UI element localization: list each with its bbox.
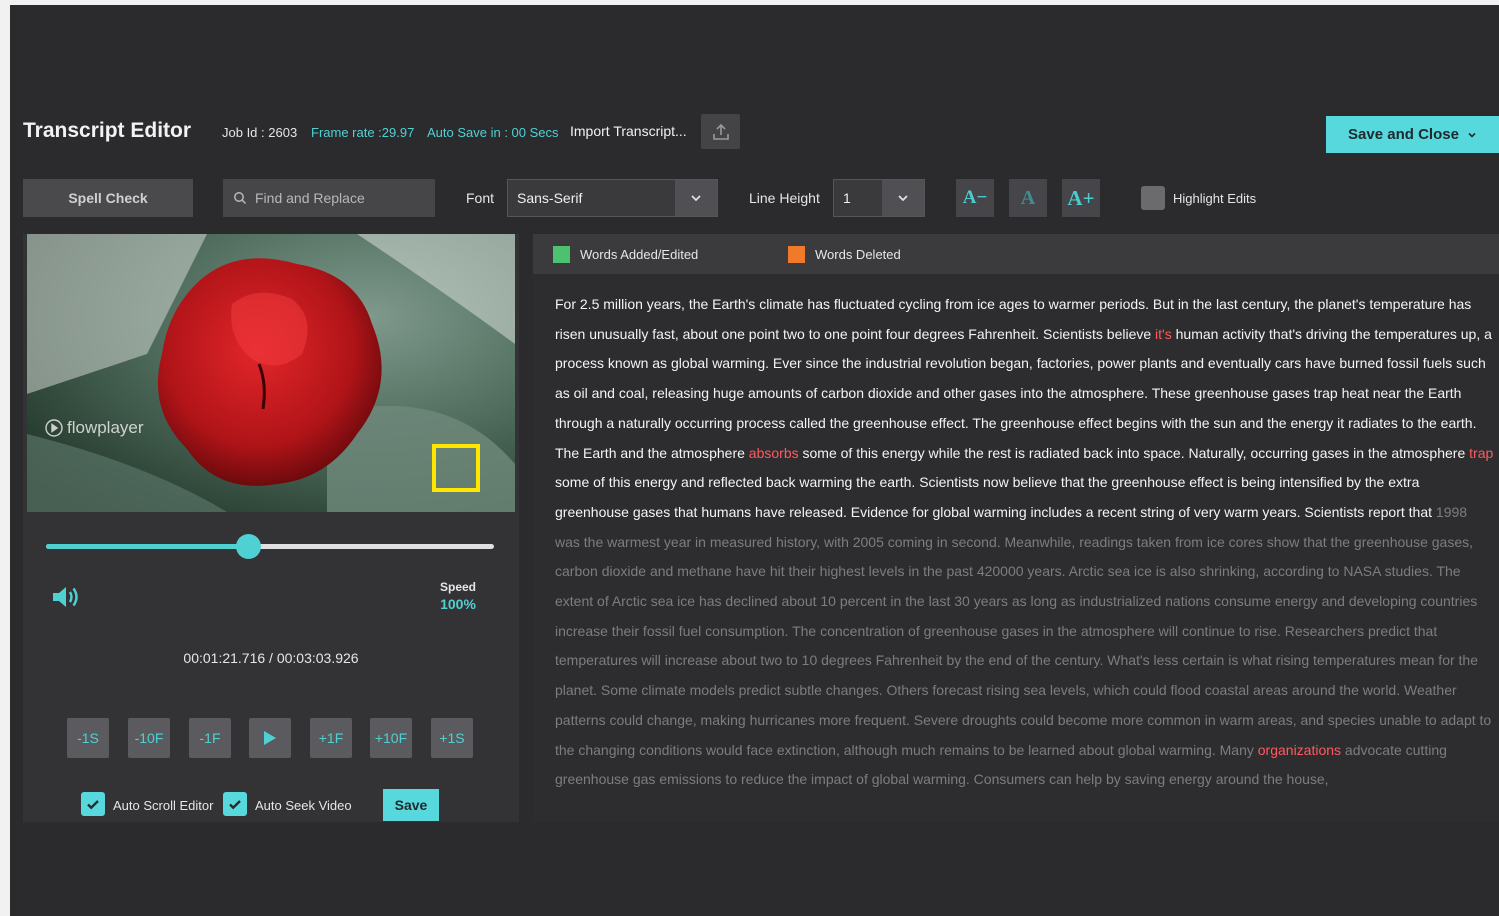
legend-deleted: Words Deleted <box>788 246 901 263</box>
save-and-close-button[interactable]: Save and Close <box>1326 116 1499 153</box>
reset-font-button[interactable]: A <box>1009 179 1047 217</box>
flowplayer-watermark: flowplayer <box>45 418 144 438</box>
transcript-text[interactable]: For 2.5 million years, the Earth's clima… <box>555 290 1495 795</box>
legend-added-label: Words Added/Edited <box>580 247 699 262</box>
find-and-replace-input[interactable] <box>255 190 425 206</box>
video-panel: flowplayer Speed 100% 00:01:21.716 / 00:… <box>23 234 519 822</box>
edited-word: trap <box>1469 444 1494 461</box>
find-and-replace[interactable] <box>223 179 435 217</box>
left-border <box>0 0 10 916</box>
auto-scroll-label: Auto Scroll Editor <box>113 798 214 813</box>
import-transcript-button[interactable]: Import Transcript... <box>570 123 687 139</box>
forward-1-frame-button[interactable]: +1F <box>310 718 352 758</box>
deleted-swatch <box>788 246 805 263</box>
back-1-second-button[interactable]: -1S <box>67 718 109 758</box>
speed-value: 100% <box>440 596 476 612</box>
check-icon <box>229 800 241 810</box>
chevron-down-icon <box>1468 132 1476 138</box>
back-1-frame-button[interactable]: -1F <box>189 718 231 758</box>
transcript-segment: some of this energy and reflected back w… <box>555 474 1436 520</box>
back-10-frames-button[interactable]: -10F <box>128 718 170 758</box>
line-height-label: Line Height <box>749 190 820 206</box>
play-button[interactable] <box>249 718 291 758</box>
save-and-close-label: Save and Close <box>1348 126 1459 143</box>
edited-word: organizations <box>1257 741 1342 758</box>
edit-legend: Words Added/Edited Words Deleted <box>533 234 1499 274</box>
chevron-down-icon <box>898 195 908 202</box>
transcript-editor-app: Transcript Editor Job Id : 2603 Frame ra… <box>10 104 1499 822</box>
forward-1-second-button[interactable]: +1S <box>431 718 473 758</box>
auto-scroll-checkbox[interactable] <box>81 792 105 816</box>
upcoming-text: 1998 was the warmest year in measured hi… <box>555 503 1492 758</box>
playback-speed[interactable]: Speed 100% <box>433 580 483 612</box>
seek-slider[interactable] <box>46 534 494 559</box>
search-icon <box>234 192 247 205</box>
highlight-edits-label: Highlight Edits <box>1173 191 1257 206</box>
auto-seek-label: Auto Seek Video <box>255 798 352 813</box>
highlight-edits-checkbox[interactable] <box>1141 186 1165 210</box>
header-bar: Transcript Editor Job Id : 2603 Frame ra… <box>10 104 1499 162</box>
legend-deleted-label: Words Deleted <box>815 247 901 262</box>
upload-icon <box>712 123 729 140</box>
font-dropdown-toggle[interactable] <box>675 180 717 216</box>
added-swatch <box>553 246 570 263</box>
line-height-value: 1 <box>843 190 851 206</box>
seek-handle[interactable] <box>235 534 261 559</box>
frame-rate: Frame rate :29.97 <box>311 125 415 140</box>
volume-button[interactable] <box>51 584 79 615</box>
screen: Transcript Editor Job Id : 2603 Frame ra… <box>0 0 1499 916</box>
flowplayer-label: flowplayer <box>67 418 144 437</box>
job-id: Job Id : 2603 <box>222 125 298 140</box>
line-height-select[interactable]: 1 <box>833 179 925 217</box>
top-border <box>0 0 1499 5</box>
line-height-dropdown-toggle[interactable] <box>882 180 924 216</box>
spell-check-button[interactable]: Spell Check <box>23 179 193 217</box>
font-label: Font <box>466 190 495 206</box>
video-frame-image <box>27 234 515 512</box>
chevron-down-icon <box>691 195 701 202</box>
legend-added: Words Added/Edited <box>553 246 698 263</box>
decrease-font-button[interactable]: A− <box>956 179 994 217</box>
edited-word: absorbs <box>748 444 799 461</box>
seek-progress <box>46 544 248 549</box>
page-title: Transcript Editor <box>23 119 192 142</box>
forward-10-frames-button[interactable]: +10F <box>370 718 412 758</box>
transcript-editor[interactable]: Words Added/Edited Words Deleted For 2.5… <box>533 234 1499 822</box>
play-icon <box>264 731 276 745</box>
speed-label: Speed <box>439 580 476 594</box>
check-icon <box>87 800 99 810</box>
export-button[interactable] <box>701 114 740 149</box>
font-select-value: Sans-Serif <box>517 190 583 206</box>
edited-word: it's <box>1155 325 1172 342</box>
editor-toolbar: Spell Check Font Sans-Serif Line Height … <box>10 179 1499 219</box>
auto-seek-checkbox[interactable] <box>223 792 247 816</box>
transcript-segment: human activity that's driving the temper… <box>555 325 1492 461</box>
video-player[interactable]: flowplayer <box>27 234 515 512</box>
play-circle-icon <box>45 419 63 437</box>
volume-icon <box>53 587 78 607</box>
transcript-segment: some of this energy while the rest is ra… <box>798 444 1470 461</box>
font-select[interactable]: Sans-Serif <box>507 179 718 217</box>
save-button[interactable]: Save <box>383 789 439 821</box>
timecode: 00:01:21.716 / 00:03:03.926 <box>183 650 359 666</box>
auto-save-status: Auto Save in : 00 Secs <box>427 125 559 140</box>
increase-font-button[interactable]: A+ <box>1062 179 1100 217</box>
